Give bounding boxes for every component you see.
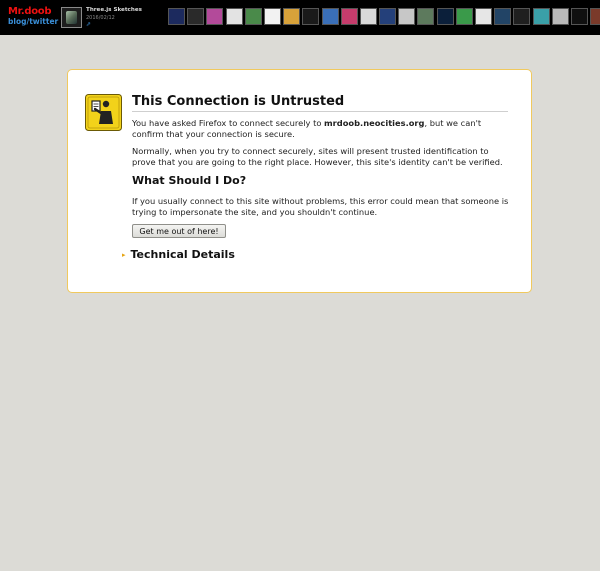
project-thumbnail[interactable] xyxy=(455,8,473,25)
project-thumbnail[interactable] xyxy=(61,7,82,28)
get-me-out-button[interactable]: Get me out of here! xyxy=(132,224,226,238)
site-domain: mrdoob.neocities.org xyxy=(324,118,425,128)
project-thumbnail[interactable] xyxy=(225,8,243,25)
technical-details-toggle[interactable]: ▸ Technical Details xyxy=(122,248,235,261)
untrusted-connection-dialog: This Connection is Untrusted You have as… xyxy=(67,69,532,293)
technical-details-label[interactable]: Technical Details xyxy=(131,248,235,261)
project-thumbnail[interactable] xyxy=(494,8,512,25)
project-thumbnail[interactable] xyxy=(398,8,416,25)
project-thumbnail[interactable] xyxy=(551,8,569,25)
project-thumbnail[interactable] xyxy=(168,8,185,25)
brand-logo[interactable]: Mr.doob blog/twitter xyxy=(8,7,58,27)
intro-before: You have asked Firefox to connect secure… xyxy=(132,118,325,128)
project-thumbnail[interactable] xyxy=(263,8,281,25)
identity-explanation: Normally, when you try to connect secure… xyxy=(132,146,503,167)
project-thumbnail[interactable] xyxy=(590,8,600,25)
expand-arrow-icon[interactable]: ▸ xyxy=(122,251,126,259)
external-link-icon[interactable]: ⇗ xyxy=(86,21,91,28)
project-thumbnail[interactable] xyxy=(359,8,377,25)
brand-name: Mr.doob xyxy=(8,6,52,17)
project-thumbnail[interactable] xyxy=(283,8,301,25)
project-thumbnail[interactable] xyxy=(475,8,492,25)
advice-text: If you usually connect to this site with… xyxy=(132,196,509,217)
project-thumbnail[interactable] xyxy=(532,8,550,25)
project-thumbnail[interactable] xyxy=(302,8,320,25)
project-thumbnail[interactable] xyxy=(187,8,205,25)
project-thumbnail-strip xyxy=(168,8,600,27)
project-thumbnail[interactable] xyxy=(436,8,454,25)
project-thumbnail[interactable] xyxy=(321,8,339,25)
intro-text: You have asked Firefox to connect secure… xyxy=(132,118,512,139)
project-thumbnail[interactable] xyxy=(570,8,588,25)
project-thumbnail[interactable] xyxy=(340,8,358,25)
top-banner: Mr.doob blog/twitter Three.js Sketches 2… xyxy=(0,0,600,35)
project-thumbnail[interactable] xyxy=(244,8,262,25)
project-thumbnail[interactable] xyxy=(379,8,397,25)
project-thumbnail[interactable] xyxy=(513,8,531,25)
featured-project[interactable]: Three.js Sketches 2016/02/12 ⇗ xyxy=(61,7,165,29)
warning-policeman-icon xyxy=(85,94,122,131)
project-thumbnail[interactable] xyxy=(206,8,224,25)
brand-sub-link[interactable]: blog/twitter xyxy=(8,17,58,27)
what-should-i-do-heading: What Should I Do? xyxy=(132,174,247,187)
dialog-title: This Connection is Untrusted xyxy=(132,94,508,112)
project-title[interactable]: Three.js Sketches xyxy=(86,7,142,13)
project-thumbnail[interactable] xyxy=(417,8,435,25)
